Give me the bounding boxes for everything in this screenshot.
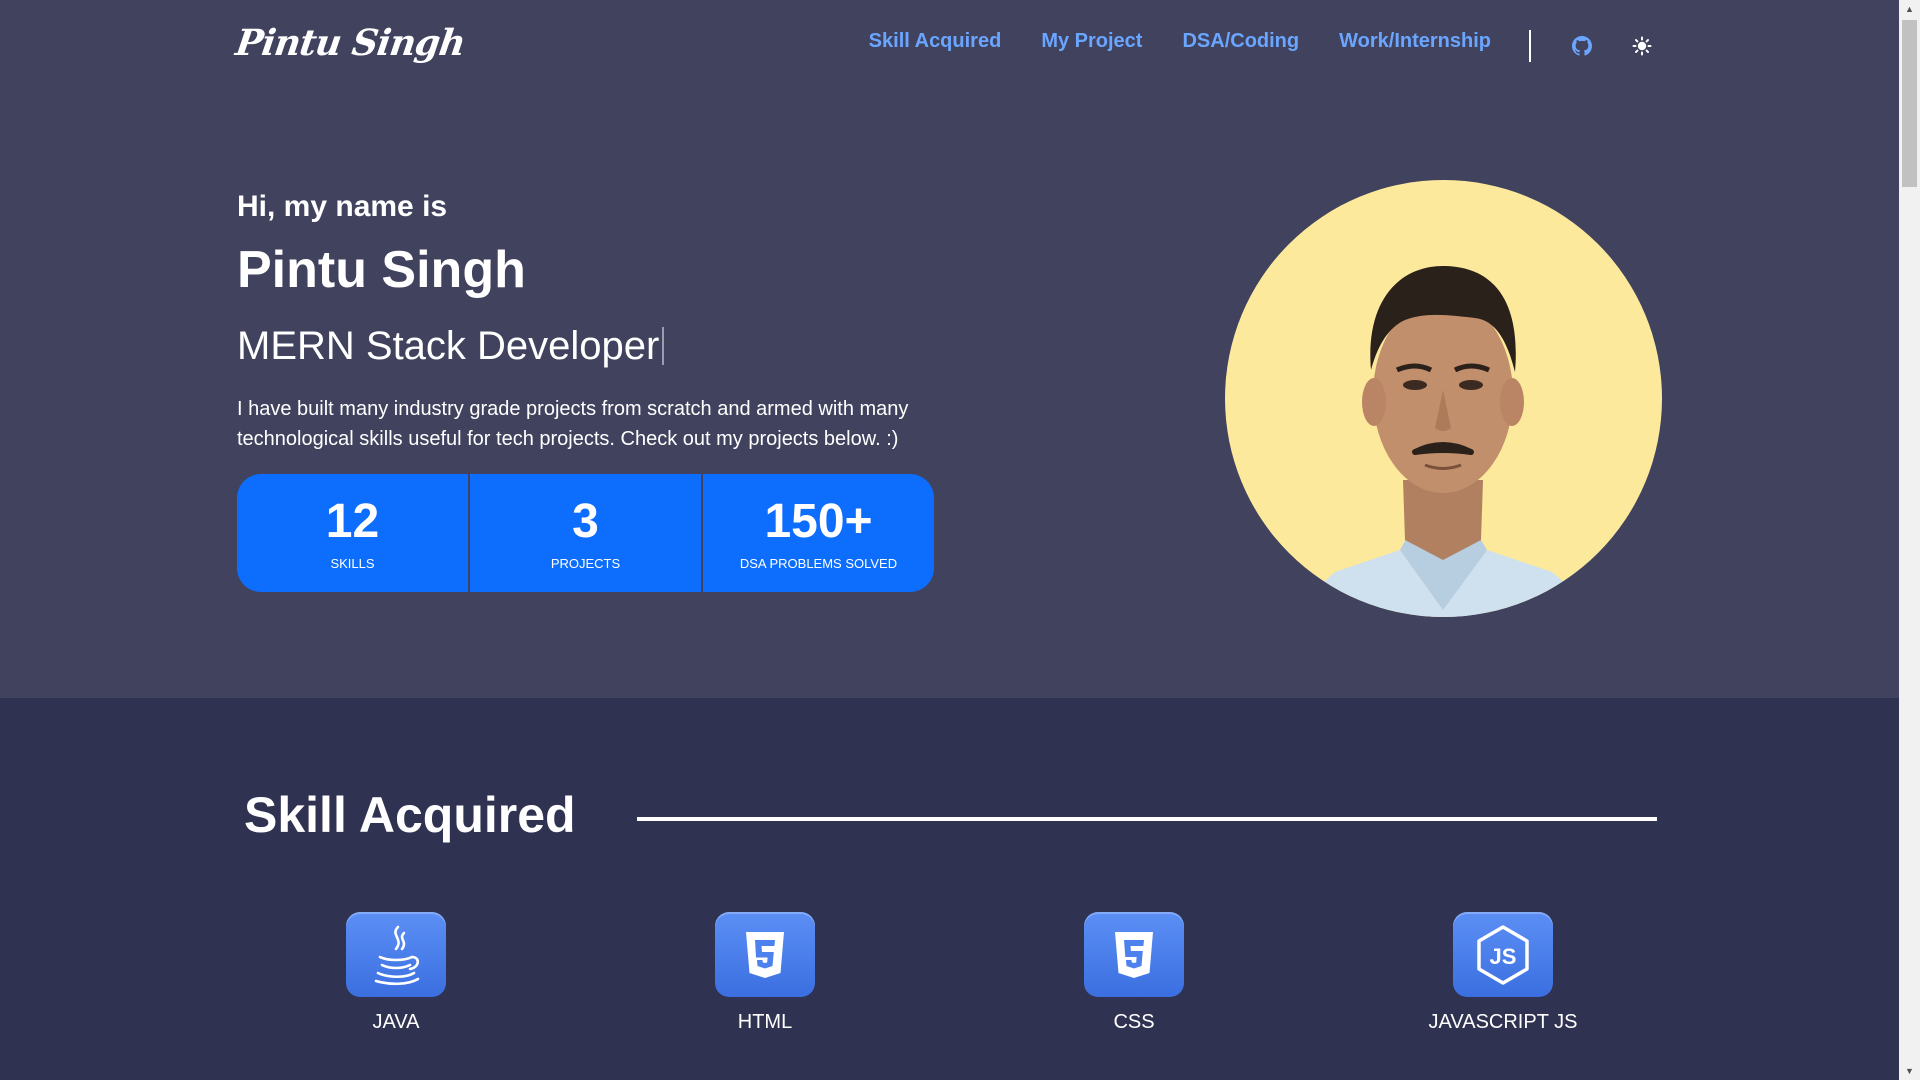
skill-label: JAVA xyxy=(372,1011,420,1033)
hero-role: MERN Stack Developer xyxy=(237,324,665,369)
sun-icon[interactable] xyxy=(1630,34,1654,58)
nav-link-skill-acquired[interactable]: Skill Acquired xyxy=(869,30,1002,53)
hero-greeting: Hi, my name is xyxy=(237,190,448,223)
hero-name: Pintu Singh xyxy=(237,241,526,299)
stat-projects: 3 PROJECTS xyxy=(470,474,703,592)
nav-link-work-internship[interactable]: Work/Internship xyxy=(1339,30,1491,53)
hero-role-text: MERN Stack Developer xyxy=(237,324,660,368)
stat-dsa: 150+ DSA PROBLEMS SOLVED xyxy=(703,474,934,592)
css3-icon xyxy=(1084,912,1184,997)
html5-icon xyxy=(715,912,815,997)
hero-section: Pintu Singh Skill Acquired My Project DS… xyxy=(0,0,1899,698)
vertical-scrollbar[interactable]: ▲ ▼ xyxy=(1899,0,1920,1080)
stat-skills: 12 SKILLS xyxy=(237,474,470,592)
stat-value: 12 xyxy=(325,494,380,548)
stat-label: PROJECTS xyxy=(550,555,621,571)
scroll-up-arrow-icon[interactable]: ▲ xyxy=(1899,0,1920,18)
skill-label: HTML xyxy=(737,1011,793,1033)
stat-value: 3 xyxy=(572,494,599,548)
skill-label: JAVASCRIPT JS xyxy=(1428,1011,1578,1033)
skills-section-title: Skill Acquired xyxy=(244,787,576,843)
javascript-icon: JS xyxy=(1453,912,1553,997)
nav-link-my-project[interactable]: My Project xyxy=(1041,30,1142,53)
main-nav: Skill Acquired My Project DSA/Coding Wor… xyxy=(869,30,1491,53)
portfolio-page: Pintu Singh Skill Acquired My Project DS… xyxy=(0,0,1899,1080)
stats-panel: 12 SKILLS 3 PROJECTS 150+ DSA PROBLEMS S… xyxy=(237,474,934,592)
site-logo[interactable]: Pintu Singh xyxy=(233,22,467,64)
skills-title-underline xyxy=(637,817,1657,821)
stat-label: DSA PROBLEMS SOLVED xyxy=(739,555,898,571)
skill-card-java[interactable]: JAVA xyxy=(266,912,526,1034)
skill-label: CSS xyxy=(1113,1011,1155,1033)
scroll-down-arrow-icon[interactable]: ▼ xyxy=(1899,1062,1920,1080)
svg-text:JS: JS xyxy=(1490,944,1517,969)
nav-divider xyxy=(1529,30,1531,62)
stat-label: SKILLS xyxy=(330,555,375,571)
github-icon[interactable] xyxy=(1570,34,1594,58)
java-icon xyxy=(346,912,446,997)
hero-description: I have built many industry grade project… xyxy=(237,398,909,450)
stat-value: 150+ xyxy=(764,494,873,548)
typing-cursor xyxy=(662,327,665,365)
skill-card-javascript[interactable]: JS JAVASCRIPT JS xyxy=(1373,912,1633,1034)
skill-card-css[interactable]: CSS xyxy=(1004,912,1264,1034)
profile-avatar xyxy=(1225,180,1662,617)
skill-card-html[interactable]: HTML xyxy=(635,912,895,1034)
profile-photo xyxy=(1285,265,1605,617)
scrollbar-thumb[interactable] xyxy=(1902,20,1917,187)
nav-link-dsa-coding[interactable]: DSA/Coding xyxy=(1182,30,1299,53)
